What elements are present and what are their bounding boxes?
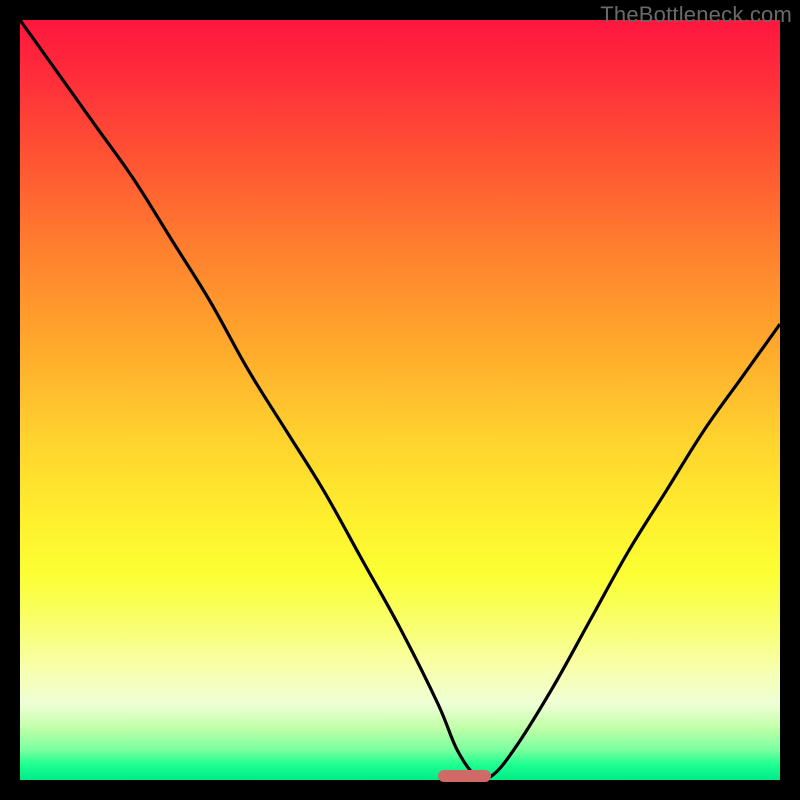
bottleneck-curve — [20, 20, 780, 780]
gradient-plot-area — [20, 20, 780, 780]
optimal-range-marker — [438, 770, 491, 782]
chart-frame: TheBottleneck.com — [0, 0, 800, 800]
watermark-text: TheBottleneck.com — [600, 2, 792, 28]
curve-path — [20, 20, 780, 780]
